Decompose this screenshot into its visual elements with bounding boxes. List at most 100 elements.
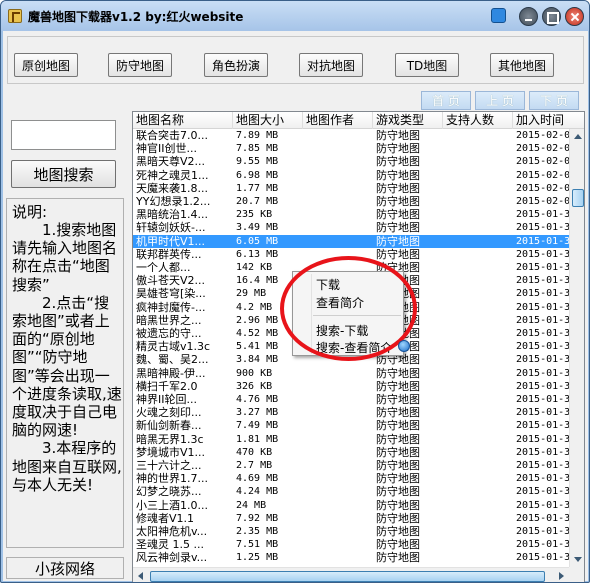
- table-row[interactable]: 天魔来袭1.8... 1.77 MB 防守地图 2015-02-0: [133, 182, 570, 195]
- table-row[interactable]: 黑暗神殿-伊... 900 KB 防守地图 2015-01-3: [133, 367, 570, 380]
- table-row[interactable]: YY幻想录1.2... 20.7 MB 防守地图 2015-02-0: [133, 195, 570, 208]
- maximize-button[interactable]: [542, 7, 561, 26]
- column-header-name[interactable]: 地图名称: [133, 112, 233, 129]
- table-cell: 梦境城市V1...: [136, 445, 206, 459]
- table-cell: 2015-01-3: [516, 407, 571, 419]
- table-row[interactable]: 修魂者V1.1 7.92 MB 防守地图 2015-01-3: [133, 512, 570, 525]
- table-cell: 7.51 MB: [236, 539, 279, 551]
- prev-page-button[interactable]: 上 页: [475, 91, 525, 110]
- category-other-button[interactable]: 其他地图: [490, 53, 554, 77]
- category-original-button[interactable]: 原创地图: [14, 53, 78, 77]
- busy-cursor-icon: [398, 340, 410, 352]
- table-row[interactable]: 黑暗天尊V2... 9.55 MB 防守地图 2015-02-0: [133, 155, 570, 169]
- table-cell: 防守地图: [376, 129, 420, 142]
- category-defense-button[interactable]: 防守地图: [108, 53, 172, 77]
- column-header-author[interactable]: 地图作者: [303, 112, 373, 129]
- close-button[interactable]: [565, 7, 584, 26]
- table-row[interactable]: 火魂之刻印... 3.27 MB 防守地图 2015-01-3: [133, 406, 570, 419]
- horizontal-scroll-thumb[interactable]: [150, 571, 545, 582]
- title-bar[interactable]: 魔兽地图下载器v1.2 by:红火website: [1, 1, 589, 31]
- table-cell: 防守地图: [376, 445, 420, 459]
- horizontal-scrollbar[interactable]: [133, 567, 569, 582]
- table-cell: 防守地图: [376, 393, 420, 406]
- table-row[interactable]: 联邦群英传... 6.13 MB 防守地图 2015-01-3: [133, 248, 570, 261]
- table-row[interactable]: 新仙剑新春... 7.49 MB 防守地图 2015-01-3: [133, 419, 570, 433]
- category-group: 原创地图 防守地图 角色扮演 对抗地图 TD地图 其他地图: [7, 36, 584, 84]
- table-row[interactable]: 联合突击7.0... 7.89 MB 防守地图 2015-02-0: [133, 129, 570, 142]
- column-header-date[interactable]: 加入时间: [513, 112, 584, 129]
- table-cell: 横扫千军2.0: [136, 379, 198, 393]
- menu-item-search-download[interactable]: 搜索-下载: [316, 322, 368, 339]
- table-row[interactable]: 神官II创世... 7.85 MB 防守地图 2015-02-0: [133, 142, 570, 155]
- first-page-button[interactable]: 首 页: [421, 91, 471, 110]
- scroll-up-icon[interactable]: [574, 134, 582, 139]
- table-row[interactable]: 机甲时代V1... 6.05 MB 防守地图 2015-01-3: [133, 234, 570, 248]
- table-cell: 2015-02-0: [516, 130, 571, 141]
- scroll-left-icon[interactable]: [138, 572, 143, 580]
- table-cell: 防守地图: [376, 155, 420, 169]
- skin-icon[interactable]: [491, 8, 506, 23]
- menu-item-view-intro[interactable]: 查看简介: [316, 294, 364, 311]
- table-row[interactable]: 梦境城市V1... 470 KB 防守地图 2015-01-3: [133, 445, 570, 459]
- table-cell: 20.7 MB: [236, 196, 279, 207]
- table-row[interactable]: 幻梦之晓苏... 4.24 MB 防守地图 2015-01-3: [133, 485, 570, 499]
- vertical-scrollbar[interactable]: [569, 129, 584, 567]
- table-cell: 傲斗苍天V2...: [136, 274, 206, 288]
- table-row[interactable]: 轩辕剑妖妖-... 3.49 MB 防守地图 2015-01-3: [133, 221, 570, 235]
- table-cell: 3.49 MB: [236, 222, 279, 234]
- table-row[interactable]: 神的世界1.7... 4.69 MB 防守地图 2015-01-3: [133, 472, 570, 485]
- description-text: 1.搜索地图请先输入地图名称在点击“地图搜索” 2.点击“搜索地图”或者上面的“…: [12, 221, 122, 494]
- table-cell: 防守地图: [376, 208, 420, 222]
- table-cell: 防守地图: [376, 195, 420, 208]
- search-button[interactable]: 地图搜索: [11, 160, 116, 188]
- table-cell: 2015-01-3: [516, 262, 571, 273]
- table-cell: 24 MB: [236, 499, 267, 511]
- table-row[interactable]: 风云神剑录v... 1.25 MB 防守地图 2015-01-3: [133, 551, 570, 565]
- category-td-button[interactable]: TD地图: [395, 53, 459, 77]
- table-cell: 2015-01-3: [516, 380, 571, 392]
- window-title: 魔兽地图下载器v1.2 by:红火website: [28, 10, 244, 24]
- column-header-type[interactable]: 游戏类型: [373, 112, 443, 129]
- table-cell: 机甲时代V1...: [136, 234, 206, 248]
- table-cell: 幻梦之晓苏...: [136, 485, 202, 499]
- category-versus-button[interactable]: 对抗地图: [299, 53, 363, 77]
- table-cell: 黑暗天尊V2...: [136, 155, 206, 169]
- table-cell: 2015-01-3: [516, 235, 571, 247]
- table-row[interactable]: 小三上酒1.0... 24 MB 防守地图 2015-01-3: [133, 499, 570, 512]
- table-row[interactable]: 圣魂灵 1.5 ... 7.51 MB 防守地图 2015-01-3: [133, 538, 570, 551]
- table-row[interactable]: 神界II轮回... 4.76 MB 防守地图 2015-01-3: [133, 393, 570, 406]
- category-rpg-button[interactable]: 角色扮演: [204, 53, 268, 77]
- column-header-players[interactable]: 支持人数: [443, 112, 513, 129]
- table-cell: 太阳神危机v...: [136, 525, 208, 538]
- table-row[interactable]: 三十六计之... 2.7 MB 防守地图 2015-01-3: [133, 459, 570, 472]
- menu-item-download[interactable]: 下载: [316, 276, 340, 293]
- table-cell: 4.69 MB: [236, 473, 279, 485]
- table-cell: 6.98 MB: [236, 169, 279, 181]
- table-cell: 235 KB: [236, 209, 273, 221]
- table-row[interactable]: 黑暗统治1.4... 235 KB 防守地图 2015-01-3: [133, 208, 570, 222]
- scroll-right-icon[interactable]: [559, 572, 564, 580]
- menu-separator: [313, 315, 401, 316]
- table-row[interactable]: 暗黑无界1.3c 1.81 MB 防守地图 2015-01-3: [133, 433, 570, 446]
- table-cell: 2015-01-3: [516, 275, 571, 287]
- table-cell: 2015-01-3: [516, 552, 571, 564]
- table-cell: 6.05 MB: [236, 235, 279, 247]
- vertical-scroll-thumb[interactable]: [572, 189, 584, 207]
- column-header-size[interactable]: 地图大小: [233, 112, 303, 129]
- table-cell: 黑暗统治1.4...: [136, 208, 208, 222]
- minimize-button[interactable]: [519, 7, 538, 26]
- table-cell: 风云神剑录v...: [136, 551, 208, 565]
- next-page-button[interactable]: 下 页: [529, 91, 579, 110]
- table-cell: 2015-01-3: [516, 420, 571, 432]
- table-cell: 防守地图: [376, 419, 420, 433]
- search-input[interactable]: [11, 120, 116, 150]
- table-row[interactable]: 太阳神危机v... 2.35 MB 防守地图 2015-01-3: [133, 525, 570, 538]
- table-cell: 470 KB: [236, 446, 273, 458]
- table-cell: 2015-02-0: [516, 156, 571, 168]
- menu-item-search-view-intro[interactable]: 搜索-查看简介: [316, 339, 392, 356]
- scroll-down-icon[interactable]: [574, 557, 582, 562]
- table-cell: 4.76 MB: [236, 394, 279, 405]
- table-row[interactable]: 死神之魂灵1... 6.98 MB 防守地图 2015-02-0: [133, 169, 570, 182]
- table-row[interactable]: 横扫千军2.0 326 KB 防守地图 2015-01-3: [133, 379, 570, 393]
- table-cell: 轩辕剑妖妖-...: [136, 221, 206, 235]
